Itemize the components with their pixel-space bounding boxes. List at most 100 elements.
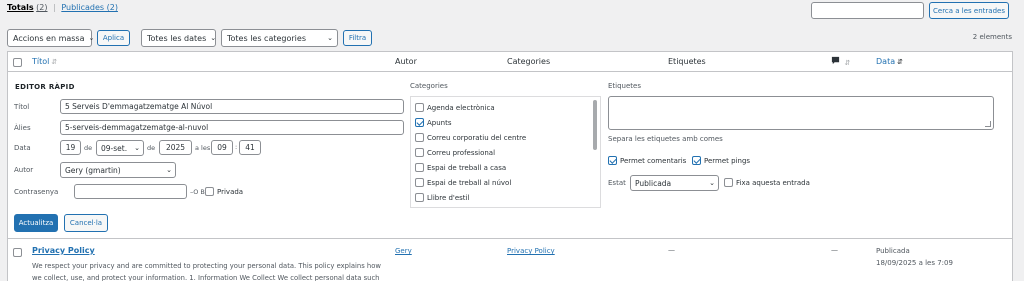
slug-input[interactable]: 5-serveis-demmagatzematge-al-nuvol: [60, 120, 404, 135]
view-published-link[interactable]: Publicades (2): [61, 3, 118, 12]
post-status: Publicada: [876, 247, 910, 255]
allow-pings-checkbox[interactable]: [692, 156, 701, 165]
title-label: Títol: [14, 103, 30, 111]
category-checkbox[interactable]: [415, 178, 424, 187]
hour-input[interactable]: 09: [211, 140, 233, 155]
tags-help: Separa les etiquetes amb comes: [608, 135, 723, 143]
view-separator: |: [53, 3, 56, 12]
posts-table: Títol ⇵ Autor Categories Etiquetes ⇵ Data…: [7, 51, 1013, 281]
category-checkbox[interactable]: [415, 133, 424, 142]
category-checkbox[interactable]: [415, 118, 424, 127]
category-item[interactable]: Apunts: [415, 118, 452, 127]
category-item[interactable]: Correu corporatiu del centre: [415, 133, 526, 142]
search-input[interactable]: [811, 2, 924, 19]
sticky-wrap[interactable]: Fixa aquesta entrada: [724, 178, 810, 187]
column-title[interactable]: Títol ⇵: [32, 57, 57, 66]
category-item[interactable]: Llibre d'estil: [415, 193, 469, 202]
post-tags: —: [668, 246, 675, 254]
category-checkbox[interactable]: [415, 163, 424, 172]
private-checkbox[interactable]: [205, 187, 214, 196]
month-value: 09-set.: [101, 143, 128, 153]
private-label: Privada: [217, 187, 244, 196]
sort-icon: ⇵: [897, 58, 903, 66]
category-checkbox[interactable]: [415, 148, 424, 157]
chevron-down-icon: ⌄: [327, 34, 333, 42]
minute-input[interactable]: 41: [239, 140, 261, 155]
filter-button[interactable]: Filtra: [343, 30, 372, 46]
bulk-action-select[interactable]: Accions en massa ⌄: [7, 29, 95, 47]
dates-value: Totes les dates: [147, 33, 207, 43]
search-button[interactable]: Cerca a les entrades: [929, 2, 1009, 19]
column-date[interactable]: Data ⇵: [876, 57, 903, 66]
day-input[interactable]: 19: [60, 140, 81, 155]
select-all-checkbox[interactable]: [13, 58, 22, 67]
cancel-button[interactable]: Cancel·la: [64, 214, 108, 232]
category-checkbox[interactable]: [415, 103, 424, 112]
resize-handle-icon[interactable]: [985, 121, 991, 127]
tags-label: Etiquetes: [608, 82, 641, 90]
date-label: Data: [14, 144, 31, 152]
chevron-down-icon: ⌄: [709, 179, 715, 187]
categories-select[interactable]: Totes les categories ⌄: [221, 29, 338, 47]
quick-edit-heading: EDITOR RÀPID: [15, 83, 75, 91]
post-excerpt: We respect your privacy and are committe…: [32, 262, 381, 281]
month-select[interactable]: 09-set. ⌄: [96, 140, 144, 156]
category-item[interactable]: Espai de treball a casa: [415, 163, 506, 172]
items-count: 2 elements: [972, 33, 1012, 41]
allow-comments-wrap[interactable]: Permet comentaris: [608, 156, 686, 165]
row-checkbox[interactable]: [13, 248, 22, 257]
allow-pings-wrap[interactable]: Permet pings: [692, 156, 750, 165]
column-categories: Categories: [507, 57, 551, 66]
column-comments[interactable]: ⇵: [831, 56, 850, 67]
categories-value: Totes les categories: [227, 33, 306, 43]
time-colon: :: [235, 143, 238, 151]
status-select[interactable]: Publicada ⌄: [630, 175, 719, 191]
sticky-label: Fixa aquesta entrada: [736, 178, 810, 187]
dates-select[interactable]: Totes les dates ⌄: [141, 29, 216, 47]
comment-icon: [831, 56, 840, 65]
view-filters: Totals (2) | Publicades (2): [7, 3, 118, 12]
category-item[interactable]: Espai de treball al núvol: [415, 178, 511, 187]
view-all-count: (2): [36, 3, 48, 12]
status-label: Estat: [608, 179, 626, 187]
sort-icon: ⇵: [51, 58, 58, 66]
category-checkbox[interactable]: [415, 193, 424, 202]
allow-comments-checkbox[interactable]: [608, 156, 617, 165]
sticky-checkbox[interactable]: [724, 178, 733, 187]
date-de-label: de: [84, 144, 93, 152]
post-title-link[interactable]: Privacy Policy: [32, 246, 95, 255]
allow-pings-label: Permet pings: [704, 156, 751, 165]
view-all-link[interactable]: Totals: [7, 3, 34, 12]
date-de-label: de: [147, 144, 156, 152]
row-divider: [8, 238, 1012, 239]
categories-scrollbar[interactable]: [593, 100, 597, 150]
password-input[interactable]: [74, 184, 187, 199]
chevron-down-icon: ⌄: [134, 144, 140, 152]
post-comments: —: [831, 246, 838, 254]
author-label: Autor: [14, 166, 34, 174]
title-input[interactable]: 5 Serveis D'emmagatzematge Al Núvol: [60, 99, 404, 114]
author-value: Gery (gmartin): [65, 165, 121, 175]
password-label: Contrasenya: [14, 188, 59, 196]
categories-checklist[interactable]: Agenda electrònica Apunts Correu corpora…: [410, 96, 601, 208]
private-checkbox-wrap[interactable]: Privada: [205, 187, 243, 196]
author-select[interactable]: Gery (gmartin) ⌄: [60, 162, 176, 178]
table-header: Títol ⇵ Autor Categories Etiquetes ⇵ Data…: [8, 52, 1012, 72]
apply-button[interactable]: Aplica: [97, 30, 130, 46]
chevron-down-icon: ⌄: [88, 34, 95, 42]
post-category-link[interactable]: Privacy Policy: [507, 247, 555, 255]
year-input[interactable]: 2025: [159, 140, 192, 155]
tags-textarea[interactable]: [608, 96, 994, 130]
bulk-action-value: Accions en massa: [13, 33, 85, 43]
post-date: 18/09/2025 a les 7:09: [876, 259, 953, 267]
column-author: Autor: [395, 57, 417, 66]
category-item[interactable]: Correu professional: [415, 148, 495, 157]
update-button[interactable]: Actualitza: [14, 214, 58, 232]
at-label: a les: [195, 144, 211, 152]
post-author-link[interactable]: Gery: [395, 247, 412, 255]
status-value: Publicada: [635, 178, 672, 188]
category-item[interactable]: Agenda electrònica: [415, 103, 495, 112]
slug-label: Àlies: [14, 124, 31, 132]
categories-label: Categories: [410, 82, 448, 90]
allow-comments-label: Permet comentaris: [620, 156, 687, 165]
